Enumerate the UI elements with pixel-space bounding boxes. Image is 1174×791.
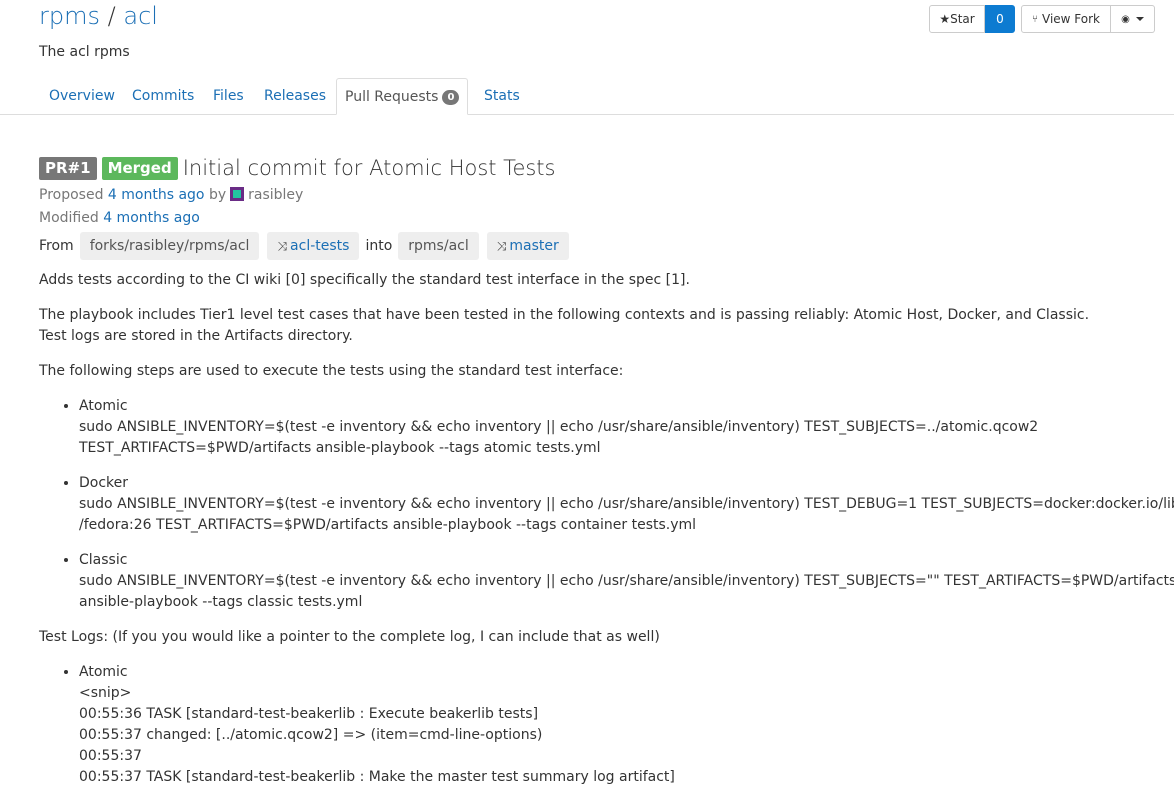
star-icon: ★ [939, 12, 951, 26]
chevron-down-icon [1135, 17, 1144, 21]
target-branch-chip: ⤨ master [486, 232, 569, 260]
tab-pull-requests-label: Pull Requests [345, 89, 439, 105]
source-repo: forks/rasibley/rpms/acl [79, 232, 260, 260]
pull-requests-count-badge: 0 [442, 90, 460, 105]
star-label: Star [950, 12, 975, 26]
log-name: Atomic [79, 664, 128, 680]
view-fork-label: View Fork [1042, 12, 1100, 26]
view-fork-button[interactable]: ⑂ View Fork [1021, 5, 1111, 33]
step-name: Atomic [79, 398, 128, 414]
description-line: Test logs are stored in the Artifacts di… [39, 328, 353, 344]
log-line: 00:55:36 TASK [standard-test-beakerlib :… [79, 706, 539, 722]
watch-dropdown-button[interactable]: ◉ [1111, 5, 1155, 33]
tab-stats[interactable]: Stats [476, 78, 528, 115]
branch-icon: ⤨ [496, 239, 507, 253]
description-paragraph: Test Logs: (If you you would like a poin… [39, 629, 660, 645]
step-command-line: sudo ANSIBLE_INVENTORY=$(test -e invento… [79, 419, 1039, 435]
modified-label: Modified [39, 210, 99, 226]
repo-separator: / [107, 2, 116, 30]
step-command-line: sudo ANSIBLE_INVENTORY=$(test -e invento… [79, 573, 1174, 589]
author-name[interactable]: rasibley [248, 187, 303, 203]
from-label: From [39, 238, 74, 254]
pr-header: PR#1 Merged Initial commit for Atomic Ho… [39, 156, 555, 180]
repo-title: rpms / acl [39, 0, 158, 32]
star-button[interactable]: ★ Star [929, 5, 985, 33]
step-command-line: ansible-playbook --tags classic tests.ym… [79, 594, 363, 610]
eye-icon: ◉ [1121, 13, 1130, 25]
steps-list: Atomic sudo ANSIBLE_INVENTORY=$(test -e … [79, 396, 1174, 613]
star-count[interactable]: 0 [985, 5, 1015, 33]
repo-tabs: Overview Commits Files Releases Pull Req… [0, 78, 1174, 115]
into-label: into [365, 238, 393, 254]
fork-icon: ⑂ [1032, 13, 1038, 25]
pr-status-badge: Merged [101, 156, 178, 180]
by-label: by [208, 187, 227, 203]
repo-namespace-link[interactable]: rpms [39, 2, 100, 30]
log-line: 00:55:37 changed: [../atomic.qcow2] => (… [79, 727, 543, 743]
avatar [230, 187, 245, 201]
pr-description: Adds tests according to the CI wiki [0] … [39, 270, 1174, 791]
source-branch-link[interactable]: acl-tests [290, 238, 349, 254]
tab-pull-requests[interactable]: Pull Requests 0 [336, 78, 469, 115]
list-item: Docker sudo ANSIBLE_INVENTORY=$(test -e … [79, 473, 1174, 536]
logs-list: Atomic <snip> 00:55:36 TASK [standard-te… [79, 662, 1159, 788]
list-item: Atomic sudo ANSIBLE_INVENTORY=$(test -e … [79, 396, 1159, 459]
step-command-line: sudo ANSIBLE_INVENTORY=$(test -e invento… [79, 496, 1174, 512]
repo-description: The acl rpms [39, 44, 130, 60]
log-line: 00:55:37 [79, 748, 142, 764]
log-line: <snip> [79, 685, 132, 701]
pr-number-badge: PR#1 [39, 156, 97, 180]
description-line: The playbook includes Tier1 level test c… [39, 307, 1090, 323]
tab-commits[interactable]: Commits [124, 78, 202, 115]
tab-releases[interactable]: Releases [256, 78, 334, 115]
log-line: 00:55:37 TASK [standard-test-beakerlib :… [79, 769, 675, 785]
tab-overview[interactable]: Overview [41, 78, 123, 115]
proposed-label: Proposed [39, 187, 104, 203]
description-paragraph: The following steps are used to execute … [39, 363, 624, 379]
proposed-time-link[interactable]: 4 months ago [108, 187, 205, 203]
step-name: Classic [79, 552, 128, 568]
target-branch-link[interactable]: master [509, 238, 558, 254]
step-command-line: /fedora:26 TEST_ARTIFACTS=$PWD/artifacts… [79, 517, 697, 533]
list-item: Classic sudo ANSIBLE_INVENTORY=$(test -e… [79, 550, 1174, 613]
repo-actions: ★ Star 0 ⑂ View Fork ◉ [929, 5, 1155, 33]
pr-branches: From forks/rasibley/rpms/acl ⤨ acl-tests … [39, 232, 573, 260]
list-item: Atomic <snip> 00:55:36 TASK [standard-te… [79, 662, 1159, 788]
pr-modified-line: Modified 4 months ago [39, 210, 200, 226]
tab-files[interactable]: Files [205, 78, 252, 115]
branch-icon: ⤨ [277, 239, 288, 253]
modified-time-link[interactable]: 4 months ago [103, 210, 200, 226]
target-repo: rpms/acl [398, 232, 479, 260]
repo-name-link[interactable]: acl [123, 2, 158, 30]
pr-proposed-line: Proposed 4 months ago by rasibley [39, 187, 303, 203]
step-name: Docker [79, 475, 129, 491]
pr-title: Initial commit for Atomic Host Tests [182, 156, 556, 180]
step-command-line: TEST_ARTIFACTS=$PWD/artifacts ansible-pl… [79, 440, 601, 456]
description-paragraph: Adds tests according to the CI wiki [0] … [39, 272, 690, 288]
source-branch-chip: ⤨ acl-tests [267, 232, 360, 260]
description-paragraph: The playbook includes Tier1 level test c… [39, 305, 1159, 347]
